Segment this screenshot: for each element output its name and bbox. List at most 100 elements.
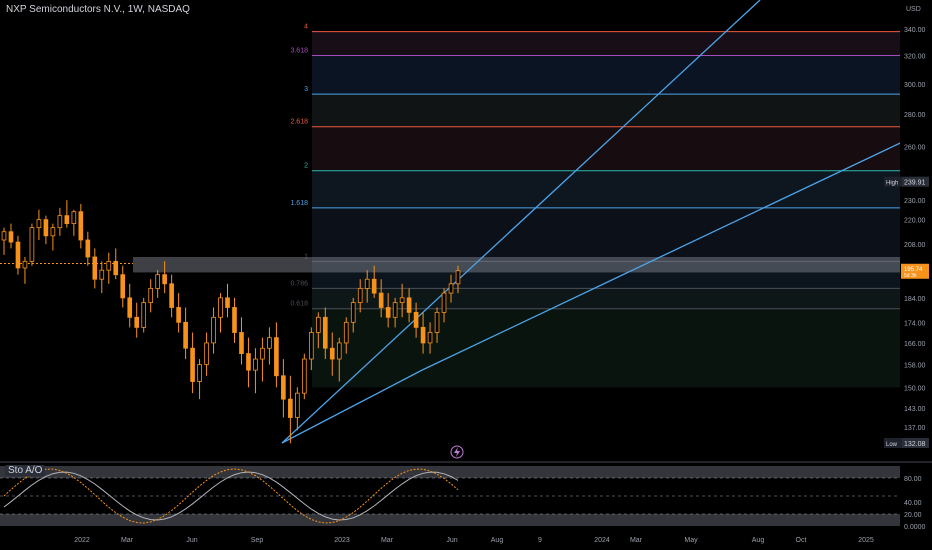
candle-body (85, 239, 91, 258)
fib-zone (312, 94, 900, 127)
time-tick-label: Mar (121, 537, 134, 544)
candle-body (113, 260, 119, 276)
stochastic-indicator-pane: 80.00 40.00 20.00 0.0000 (0, 461, 932, 531)
price-axis: USD340.00320.00300.00280.00260.00240.002… (900, 0, 932, 460)
candle-body (274, 337, 279, 377)
candle-body (169, 283, 174, 308)
indicator-tick-label: 80.00 (904, 476, 922, 483)
time-axis: 2022 Mar Jun Sep 2023 Mar Jun Aug 9 2024 Mar May Aug… (74, 537, 874, 544)
fib-zone (312, 31, 900, 56)
indicator-label[interactable]: Sto A/O (5, 465, 46, 476)
fib-zone (312, 126, 900, 171)
candle-body (322, 316, 328, 349)
candle-body (155, 274, 160, 289)
low-badge-label: Low (886, 442, 898, 448)
candle-body (183, 321, 188, 349)
candle-body (427, 332, 433, 344)
time-tick-label: Sep (251, 537, 264, 544)
candle-body (329, 347, 335, 360)
candle-body (29, 227, 35, 262)
candle-body (309, 332, 314, 360)
indicator-tick-label: 0.0000 (904, 524, 926, 531)
price-tick-label: 208.00 (904, 242, 926, 249)
price-tick-label: 184.00 (904, 296, 926, 303)
indicator-tick-label: 20.00 (904, 512, 922, 519)
time-tick-label: 9 (538, 537, 542, 544)
time-tick-label: 2024 (594, 537, 610, 544)
candle-body (420, 326, 426, 344)
candle-body (134, 316, 140, 328)
fib-zone (312, 55, 900, 95)
candle-body (260, 347, 265, 360)
candle-body (190, 347, 195, 382)
price-tick-label: 230.00 (904, 198, 926, 205)
time-tick-label: Aug (752, 537, 765, 544)
candle-body (57, 215, 63, 229)
fib-level-label: 2.618 (290, 119, 308, 126)
chart-title: NXP Semiconductors N.V., 1W, NASDAQ (6, 4, 190, 15)
candle-body (281, 375, 286, 400)
time-tick-label: Jun (186, 537, 197, 544)
fib-level-label: 0.786 (290, 280, 308, 287)
candle-body (22, 260, 28, 269)
price-tick-label: 158.00 (904, 363, 926, 370)
candle-body (92, 256, 98, 280)
price-tick-label: 300.00 (904, 82, 926, 89)
time-tick-label: Mar (381, 537, 394, 544)
candle-body (302, 358, 307, 394)
fib-level-label: 0.618 (290, 301, 308, 308)
candle-body (15, 241, 21, 269)
candle-body (141, 302, 147, 328)
lightning-glyph (454, 447, 460, 457)
fib-level-label: 1.618 (290, 200, 308, 207)
candle-body (288, 398, 293, 418)
candle-body (106, 260, 112, 271)
candle-body (448, 283, 454, 294)
candle-body (204, 342, 209, 365)
resistance-band (133, 256, 900, 273)
fib-zone-base (312, 308, 900, 388)
candle-body (211, 316, 216, 344)
candle-body (406, 297, 412, 313)
oversold-band (0, 514, 900, 526)
candle-body (176, 307, 181, 323)
candle-body (43, 219, 49, 237)
time-tick-label: May (684, 537, 698, 544)
time-tick-label: Aug (491, 537, 504, 544)
candle-body (350, 302, 356, 323)
time-tick-label: Oct (796, 537, 807, 544)
price-tick-label: 150.00 (904, 385, 926, 392)
candle-body (336, 342, 342, 360)
candle-body (295, 392, 300, 418)
candle-body (455, 270, 461, 285)
high-badge-label: High (886, 181, 898, 187)
candle-body (399, 297, 405, 304)
candle-body (378, 292, 384, 308)
fib-level-label: 3.618 (290, 48, 308, 55)
price-tick-label: 220.00 (904, 218, 926, 225)
fib-zone (312, 170, 900, 208)
candle-body (357, 288, 363, 304)
candle-body (343, 321, 349, 344)
candle-body (218, 297, 223, 318)
price-tick-label: 320.00 (904, 54, 926, 61)
candle-body (162, 274, 167, 285)
candle-body (267, 337, 272, 349)
candle-body (246, 353, 251, 371)
price-chart[interactable]: 0.6180.78611.61822.61833.6184 USD340.003… (0, 0, 932, 550)
candle-body (148, 288, 153, 304)
candle-body (434, 311, 440, 333)
time-tick-label: 2023 (334, 537, 350, 544)
price-tick-label: 143.00 (904, 406, 926, 413)
candle-body (120, 274, 126, 299)
candle-body (1, 231, 7, 241)
candle-body (371, 278, 377, 294)
candle-body (392, 302, 398, 318)
currency-label: USD (906, 6, 921, 13)
candle-body (78, 211, 84, 241)
candle-body (71, 211, 77, 225)
candle-body (99, 269, 105, 280)
high-badge-value: 239.91 (904, 180, 926, 187)
price-tick-label: 280.00 (904, 112, 926, 119)
time-tick-label: 2022 (74, 537, 90, 544)
